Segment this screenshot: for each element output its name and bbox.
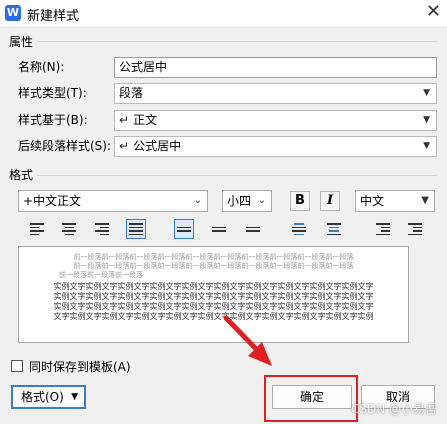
csdn-watermark: CSDN @小易吾 bbox=[350, 402, 437, 416]
annotation-arrow-icon bbox=[223, 315, 272, 366]
